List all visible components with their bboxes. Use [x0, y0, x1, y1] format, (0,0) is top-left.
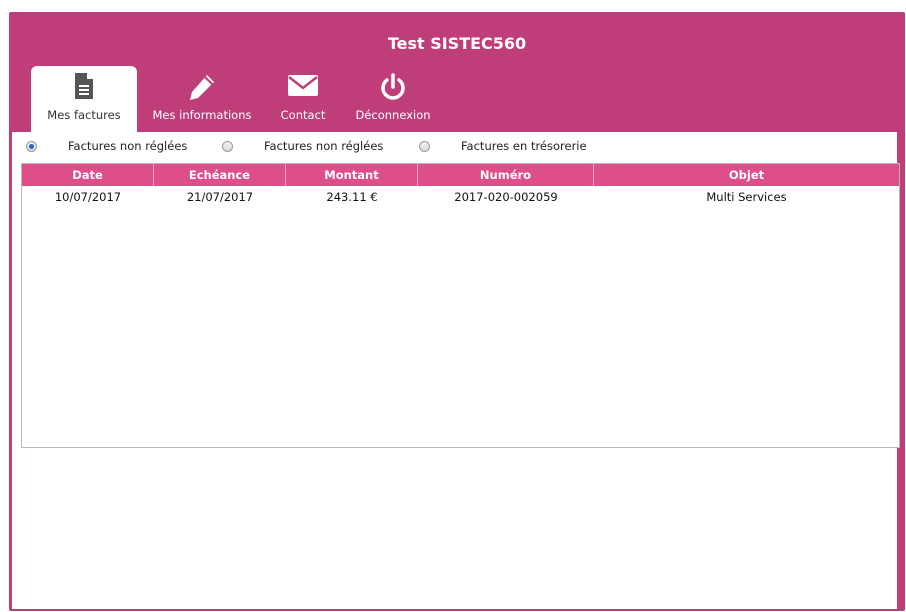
filter-radio-unpaid[interactable]: [26, 141, 37, 152]
tab-mes-informations[interactable]: Mes informations: [146, 66, 258, 132]
invoices-table: Date Echéance Montant Numéro Objet 10/07…: [21, 163, 900, 448]
cell-objet: Multi Services: [706, 190, 787, 204]
main-nav: Mes factures Mes informations Contact Dé…: [9, 66, 529, 132]
filter-label: Factures non réglées: [68, 139, 188, 153]
cell-numero: 2017-020-002059: [454, 190, 558, 204]
power-icon: [379, 72, 407, 106]
column-header-objet[interactable]: Objet: [594, 164, 899, 186]
envelope-icon: [287, 72, 319, 102]
column-header-echeance[interactable]: Echéance: [154, 164, 286, 186]
document-icon: [73, 72, 95, 104]
table-header: Date Echéance Montant Numéro Objet: [22, 164, 899, 186]
cell-montant: 243.11 €: [326, 190, 378, 204]
filter-label: Factures non réglées: [264, 139, 384, 153]
table-row[interactable]: 10/07/2017 21/07/2017 243.11 € 2017-020-…: [22, 186, 899, 208]
filter-radio-treasury[interactable]: [419, 141, 430, 152]
filter-label: Factures en trésorerie: [461, 139, 587, 153]
column-header-montant[interactable]: Montant: [286, 164, 418, 186]
tab-label: Mes informations: [152, 108, 252, 122]
tab-label: Mes factures: [47, 108, 121, 122]
tab-deconnexion[interactable]: Déconnexion: [341, 66, 445, 132]
invoices-panel: Factures non réglées Factures non réglée…: [12, 132, 900, 609]
invoice-filter-group: Factures non réglées Factures non réglée…: [22, 138, 722, 158]
cell-echeance: 21/07/2017: [186, 190, 254, 204]
tab-contact[interactable]: Contact: [274, 66, 332, 132]
column-header-date[interactable]: Date: [22, 164, 154, 186]
filter-radio-unpaid-2[interactable]: [222, 141, 233, 152]
app-window: Test SISTEC560 Mes factures Mes informat…: [9, 12, 905, 611]
app-title: Test SISTEC560: [387, 34, 527, 53]
tab-label: Contact: [280, 108, 326, 122]
tab-label: Déconnexion: [355, 108, 431, 122]
column-header-numero[interactable]: Numéro: [418, 164, 594, 186]
pencil-icon: [187, 72, 217, 106]
tab-mes-factures[interactable]: Mes factures: [31, 66, 137, 132]
cell-date: 10/07/2017: [54, 190, 122, 204]
